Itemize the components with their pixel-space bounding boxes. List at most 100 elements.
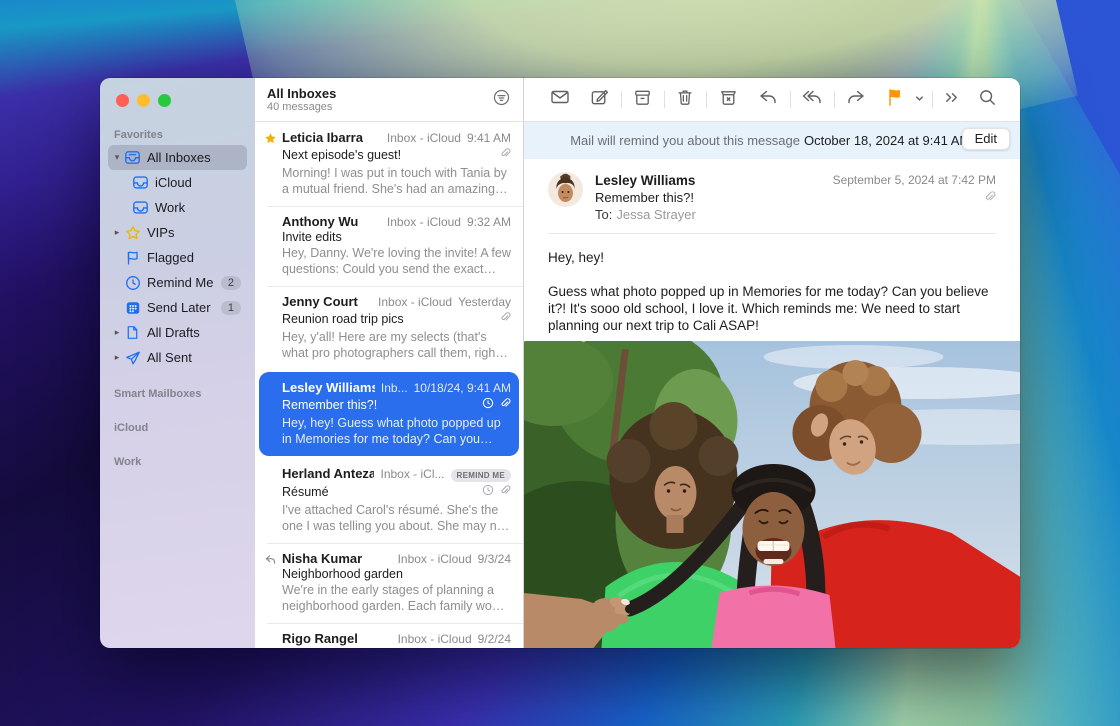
message-header: Lesley Williams Remember this?! To: Jessa…	[524, 159, 1020, 234]
flag-icon	[885, 87, 905, 112]
sender-name: Nisha Kumar	[282, 551, 362, 566]
minimize-window-button[interactable]	[137, 94, 150, 107]
get-mail-button[interactable]	[540, 86, 580, 114]
reply-button[interactable]	[748, 86, 788, 114]
edit-reminder-button[interactable]: Edit	[962, 128, 1010, 150]
sender-name: Anthony Wu	[282, 214, 358, 229]
compose-icon	[589, 87, 610, 113]
sidebar-item-all-inboxes[interactable]: ▾ All Inboxes	[108, 145, 247, 170]
inbox-icon	[132, 174, 149, 191]
to-label: To:	[595, 207, 612, 222]
count-badge: 1	[221, 301, 241, 315]
message-row-herland[interactable]: Herland AntezanaInbox - iCl...REMIND ME …	[255, 458, 523, 543]
reply-all-icon	[801, 86, 823, 113]
reminder-clock-icon	[482, 396, 494, 414]
sidebar-item-label: Remind Me	[147, 275, 221, 290]
message-subject: Next episode's guest!	[282, 148, 499, 162]
sender-name: Rigo Rangel	[282, 631, 358, 646]
sidebar-item-icloud-inbox[interactable]: iCloud	[108, 170, 247, 195]
flag-button[interactable]	[876, 86, 909, 114]
sidebar-item-label: All Sent	[147, 350, 241, 365]
close-window-button[interactable]	[116, 94, 129, 107]
message-subject: Las Vegas spots	[282, 647, 511, 648]
attached-photo[interactable]	[524, 341, 1020, 648]
message-row-anthony[interactable]: Anthony WuInbox - iCloud9:32 AM Invite e…	[255, 206, 523, 286]
mailbox-label: Inb...	[381, 381, 408, 395]
count-badge: 2	[221, 276, 241, 290]
message-row-lesley-selected[interactable]: Lesley WilliamsInb...10/18/24, 9:41 AM R…	[259, 372, 519, 456]
more-toolbar-items-button[interactable]	[934, 86, 969, 114]
replied-arrow-icon	[264, 553, 278, 567]
chevron-right-icon[interactable]: ▸	[110, 227, 124, 238]
icloud-section-label[interactable]: iCloud	[108, 414, 247, 438]
inbox-tray-icon	[124, 149, 141, 166]
search-button[interactable]	[969, 86, 1006, 114]
archive-box-icon	[632, 87, 653, 113]
reply-all-button[interactable]	[792, 86, 832, 114]
window-controls	[108, 78, 247, 121]
sidebar-item-label: All Inboxes	[147, 150, 241, 165]
message-date: Yesterday	[458, 295, 511, 309]
chevron-right-icon[interactable]: ▸	[110, 327, 124, 338]
message-date: 9:41 AM	[467, 131, 511, 145]
chevron-down-icon	[914, 91, 925, 109]
sidebar-item-flagged[interactable]: ▸ Flagged	[108, 245, 247, 270]
inbox-icon	[132, 199, 149, 216]
archive-button[interactable]	[623, 86, 662, 114]
junk-button[interactable]	[709, 86, 748, 114]
reminder-banner: Mail will remind you about this message …	[524, 122, 1020, 159]
forward-icon	[845, 86, 867, 113]
mailbox-label: Inbox - iCloud	[387, 131, 461, 145]
message-row-jenny[interactable]: Jenny CourtInbox - iCloudYesterday Reuni…	[255, 286, 523, 370]
message-row-leticia[interactable]: Leticia IbarraInbox - iCloud9:41 AM Next…	[255, 122, 523, 206]
work-section-label[interactable]: Work	[108, 448, 247, 472]
sidebar: Favorites ▾ All Inboxes iCloud Work ▸ VI…	[100, 78, 255, 648]
delete-button[interactable]	[666, 86, 704, 114]
sidebar-item-work-inbox[interactable]: Work	[108, 195, 247, 220]
body-paragraph: Hey, hey!	[548, 249, 996, 266]
sidebar-item-send-later[interactable]: ▸ Send Later 1	[108, 295, 247, 320]
zoom-window-button[interactable]	[158, 94, 171, 107]
sidebar-item-all-sent[interactable]: ▸ All Sent	[108, 345, 247, 370]
mailbox-label: Inbox - iCloud	[378, 295, 452, 309]
message-count: 40 messages	[267, 101, 492, 114]
message-date: 10/18/24, 9:41 AM	[414, 381, 511, 395]
message-body: Hey, hey! Guess what photo popped up in …	[524, 234, 1020, 341]
sidebar-item-all-drafts[interactable]: ▸ All Drafts	[108, 320, 247, 345]
forward-button[interactable]	[836, 86, 876, 114]
paperclip-icon	[499, 483, 511, 501]
sidebar-item-label: iCloud	[155, 175, 241, 190]
recipient-name[interactable]: Jessa Strayer	[616, 207, 695, 222]
message-row-nisha[interactable]: Nisha KumarInbox - iCloud9/3/24 Neighbor…	[255, 543, 523, 623]
filter-button[interactable]	[492, 88, 511, 112]
chevron-right-icon[interactable]: ▸	[110, 352, 124, 363]
message-sender: Lesley Williams	[595, 172, 833, 189]
compose-button[interactable]	[580, 86, 619, 114]
flag-options-button[interactable]	[909, 86, 930, 114]
message-subject: Invite edits	[282, 230, 511, 244]
sender-avatar[interactable]	[548, 172, 583, 207]
smart-mailboxes-section-label[interactable]: Smart Mailboxes	[108, 380, 247, 404]
flag-icon	[124, 249, 141, 266]
sidebar-item-label: Send Later	[147, 300, 221, 315]
clock-icon	[124, 274, 141, 291]
paperclip-icon[interactable]	[983, 190, 996, 208]
message-subject: Résumé	[282, 485, 482, 499]
sidebar-item-remind-me[interactable]: ▸ Remind Me 2	[108, 270, 247, 295]
paperclip-icon	[499, 310, 511, 328]
vip-star-icon	[264, 132, 278, 146]
mail-window: Favorites ▾ All Inboxes iCloud Work ▸ VI…	[100, 78, 1020, 648]
message-subject: Reunion road trip pics	[282, 312, 499, 326]
mailbox-label: Inbox - iCloud	[398, 552, 472, 566]
sidebar-item-vips[interactable]: ▸ VIPs	[108, 220, 247, 245]
message-row-rigo-1[interactable]: Rigo RangelInbox - iCloud9/2/24 Las Vega…	[255, 623, 523, 648]
star-icon	[124, 224, 141, 241]
paperclip-icon	[499, 146, 511, 164]
message-subject: Neighborhood garden	[282, 567, 511, 581]
toolbar	[524, 78, 1020, 122]
favorites-section-label: Favorites	[108, 121, 247, 145]
message-list-pane: All Inboxes 40 messages Leticia IbarraIn…	[255, 78, 524, 648]
message-subject: Remember this?!	[595, 189, 833, 206]
mailbox-label: Inbox - iCl...	[380, 467, 444, 481]
chevron-down-icon[interactable]: ▾	[110, 152, 124, 163]
